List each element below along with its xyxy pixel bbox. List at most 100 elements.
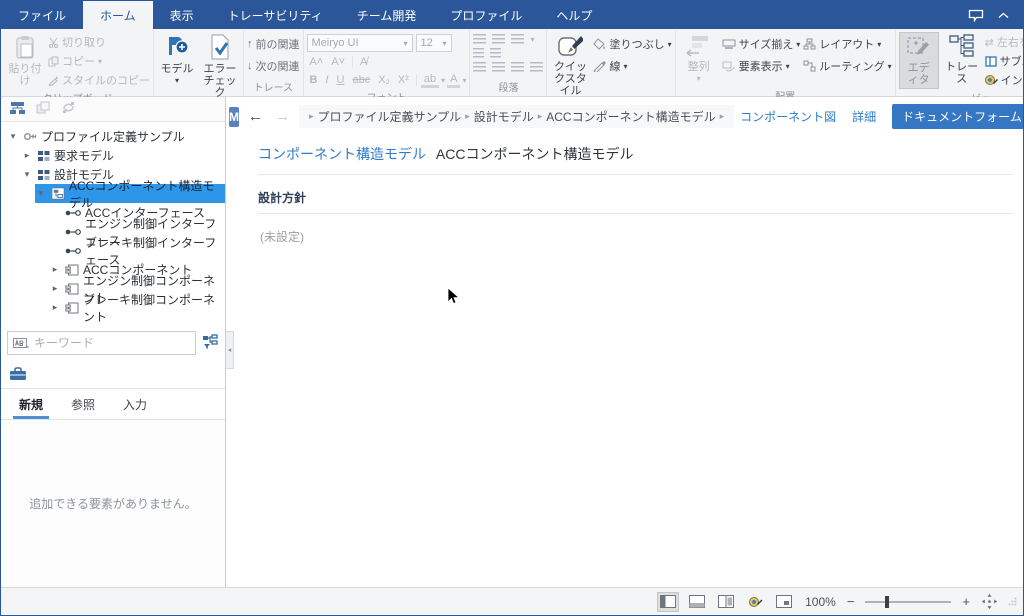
paste-button[interactable]: 貼り付け xyxy=(5,32,45,89)
strikethrough-button[interactable]: abc xyxy=(349,74,373,86)
menu-tab-6[interactable]: ヘルプ xyxy=(539,1,609,29)
bold-button[interactable]: B xyxy=(307,74,321,86)
style-copy-button[interactable]: スタイルのコピー xyxy=(48,72,150,88)
align-left-icon[interactable] xyxy=(473,62,486,72)
palette-tab-1[interactable]: 参照 xyxy=(59,389,107,419)
zoom-slider[interactable] xyxy=(865,601,951,603)
align-elements-button[interactable]: 整列 ▾ xyxy=(679,32,719,87)
palette-tab-2[interactable]: 入力 xyxy=(111,389,159,419)
resize-grip[interactable] xyxy=(1008,595,1017,609)
superscript-button[interactable]: X² xyxy=(395,74,412,86)
menu-tab-4[interactable]: チーム開発 xyxy=(340,1,434,29)
shrink-font-button[interactable]: A˅ xyxy=(328,56,348,68)
back-button[interactable]: ← xyxy=(245,108,266,125)
expander-icon[interactable]: ▸ xyxy=(21,150,33,161)
view-link-1[interactable]: 詳細 xyxy=(852,108,876,125)
subeditor-button[interactable]: サブエディタ xyxy=(985,53,1024,69)
model-tree-icon[interactable] xyxy=(9,101,26,118)
tree-item[interactable]: ▾プロファイル定義サンプル xyxy=(1,127,225,146)
routing-button[interactable]: ルーティング▾ xyxy=(803,58,891,74)
fit-to-view-button[interactable] xyxy=(979,593,999,611)
tree-item[interactable]: ブレーキ制御インターフェース xyxy=(1,241,225,260)
copy-button[interactable]: コピー▾ xyxy=(48,53,150,69)
tree-item[interactable]: ▸ブレーキ制御コンポーネント xyxy=(1,298,225,317)
model-button[interactable]: モデル ▾ xyxy=(157,32,197,89)
horizontal-split-button[interactable] xyxy=(687,593,707,611)
trace-view-icon xyxy=(949,34,975,61)
bullet-list-icon[interactable] xyxy=(473,34,486,44)
breadcrumb-item-2[interactable]: ACCコンポーネント構造モデル xyxy=(546,108,715,125)
italic-button[interactable]: I xyxy=(322,74,331,86)
quick-style-icon xyxy=(557,34,583,61)
font-size-select[interactable]: 12▾ xyxy=(416,34,452,52)
fill-button[interactable]: 塗りつぶし▾ xyxy=(593,36,671,52)
forward-button[interactable]: → xyxy=(272,108,293,125)
breadcrumb-item-0[interactable]: プロファイル定義サンプル xyxy=(318,108,462,125)
status-bar: 100% − + xyxy=(1,587,1023,615)
inspector-toggle-button[interactable] xyxy=(745,593,765,611)
expander-icon[interactable]: ▸ xyxy=(49,302,61,313)
breadcrumb-item-1[interactable]: 設計モデル xyxy=(474,108,534,125)
next-relation-button[interactable]: ↓ 次の関連 xyxy=(247,58,300,74)
numbered-list-icon[interactable] xyxy=(492,34,505,44)
cut-button[interactable]: 切り取り xyxy=(48,34,150,50)
inspector-button[interactable]: インスペクタ xyxy=(985,72,1024,88)
decrease-indent-icon[interactable] xyxy=(473,48,484,58)
layout-icon xyxy=(803,38,816,50)
align-right-icon[interactable] xyxy=(511,62,524,72)
multilevel-list-icon[interactable] xyxy=(511,34,524,44)
document-form-view-button[interactable]: ドキュメントフォーム xyxy=(892,104,1024,129)
align-justify-icon[interactable] xyxy=(530,62,543,72)
expander-icon[interactable]: ▾ xyxy=(7,131,19,142)
navigator-layout-button[interactable] xyxy=(658,593,678,611)
tree-item[interactable]: ▸要求モデル xyxy=(1,146,225,165)
splitter-collapse-handle[interactable]: ◂ xyxy=(226,331,234,369)
duplicate-icon[interactable] xyxy=(36,101,51,117)
size-align-button[interactable]: サイズ揃え▾ xyxy=(722,36,801,52)
tree-item[interactable]: ▾ACCコンポーネント構造モデル xyxy=(1,184,225,203)
vertical-split-button[interactable] xyxy=(716,593,736,611)
line-button[interactable]: 線▾ xyxy=(593,58,671,74)
search-box[interactable] xyxy=(7,331,196,355)
expander-icon[interactable]: ▾ xyxy=(35,188,47,199)
layout-button[interactable]: レイアウト▾ xyxy=(803,36,891,52)
menu-tab-5[interactable]: プロファイル xyxy=(433,1,539,29)
filter-model-icon[interactable] xyxy=(201,334,219,353)
font-name-select[interactable]: Meiryo UI▾ xyxy=(307,34,413,52)
menu-tab-2[interactable]: 表示 xyxy=(153,1,211,29)
font-color-button[interactable]: A xyxy=(447,73,460,88)
unset-value[interactable]: (未設定) xyxy=(260,228,1023,245)
palette-empty-message: 追加できる要素がありません。 xyxy=(29,495,196,512)
align-center-icon[interactable] xyxy=(492,62,505,72)
collapse-ribbon-icon[interactable] xyxy=(998,12,1009,19)
zoom-slider-handle[interactable] xyxy=(885,596,889,608)
expander-icon[interactable]: ▸ xyxy=(49,283,61,294)
minimap-toggle-button[interactable] xyxy=(774,593,794,611)
expander-icon[interactable]: ▾ xyxy=(21,169,33,180)
component-icon xyxy=(65,264,79,276)
sync-icon[interactable] xyxy=(61,101,76,117)
highlight-color-button[interactable]: ab xyxy=(421,73,439,88)
trace-view-button[interactable]: トレース xyxy=(942,32,982,87)
underline-button[interactable]: U xyxy=(334,74,348,86)
keyword-search-input[interactable] xyxy=(34,336,195,350)
palette-tab-0[interactable]: 新規 xyxy=(7,389,55,419)
routing-icon xyxy=(803,60,816,72)
model-navigator-panel: ▾プロファイル定義サンプル▸要求モデル▾設計モデル▾ACCコンポーネント構造モデ… xyxy=(1,97,226,587)
view-link-0[interactable]: コンポーネント図 xyxy=(740,108,836,125)
prev-relation-button[interactable]: ↑ 前の関連 xyxy=(247,36,300,52)
expander-icon[interactable]: ▸ xyxy=(49,264,61,275)
clear-format-button[interactable]: A̸ xyxy=(357,56,370,68)
editor-view-button[interactable]: エディタ xyxy=(899,32,939,89)
zoom-out-button[interactable]: − xyxy=(847,594,855,609)
feedback-icon[interactable] xyxy=(968,9,984,22)
element-display-button[interactable]: 要素表示▾ xyxy=(722,58,801,74)
zoom-in-button[interactable]: + xyxy=(962,594,970,609)
menu-tab-0[interactable]: ファイル xyxy=(1,1,83,29)
swap-lr-button[interactable]: ⇄ 左右を入れ替え xyxy=(985,34,1024,50)
menu-tab-3[interactable]: トレーサビリティ xyxy=(211,1,340,29)
increase-indent-icon[interactable] xyxy=(490,48,501,58)
subscript-button[interactable]: X₂ xyxy=(375,74,393,86)
grow-font-button[interactable]: A˄ xyxy=(307,56,327,68)
menu-tab-1[interactable]: ホーム xyxy=(83,1,153,29)
